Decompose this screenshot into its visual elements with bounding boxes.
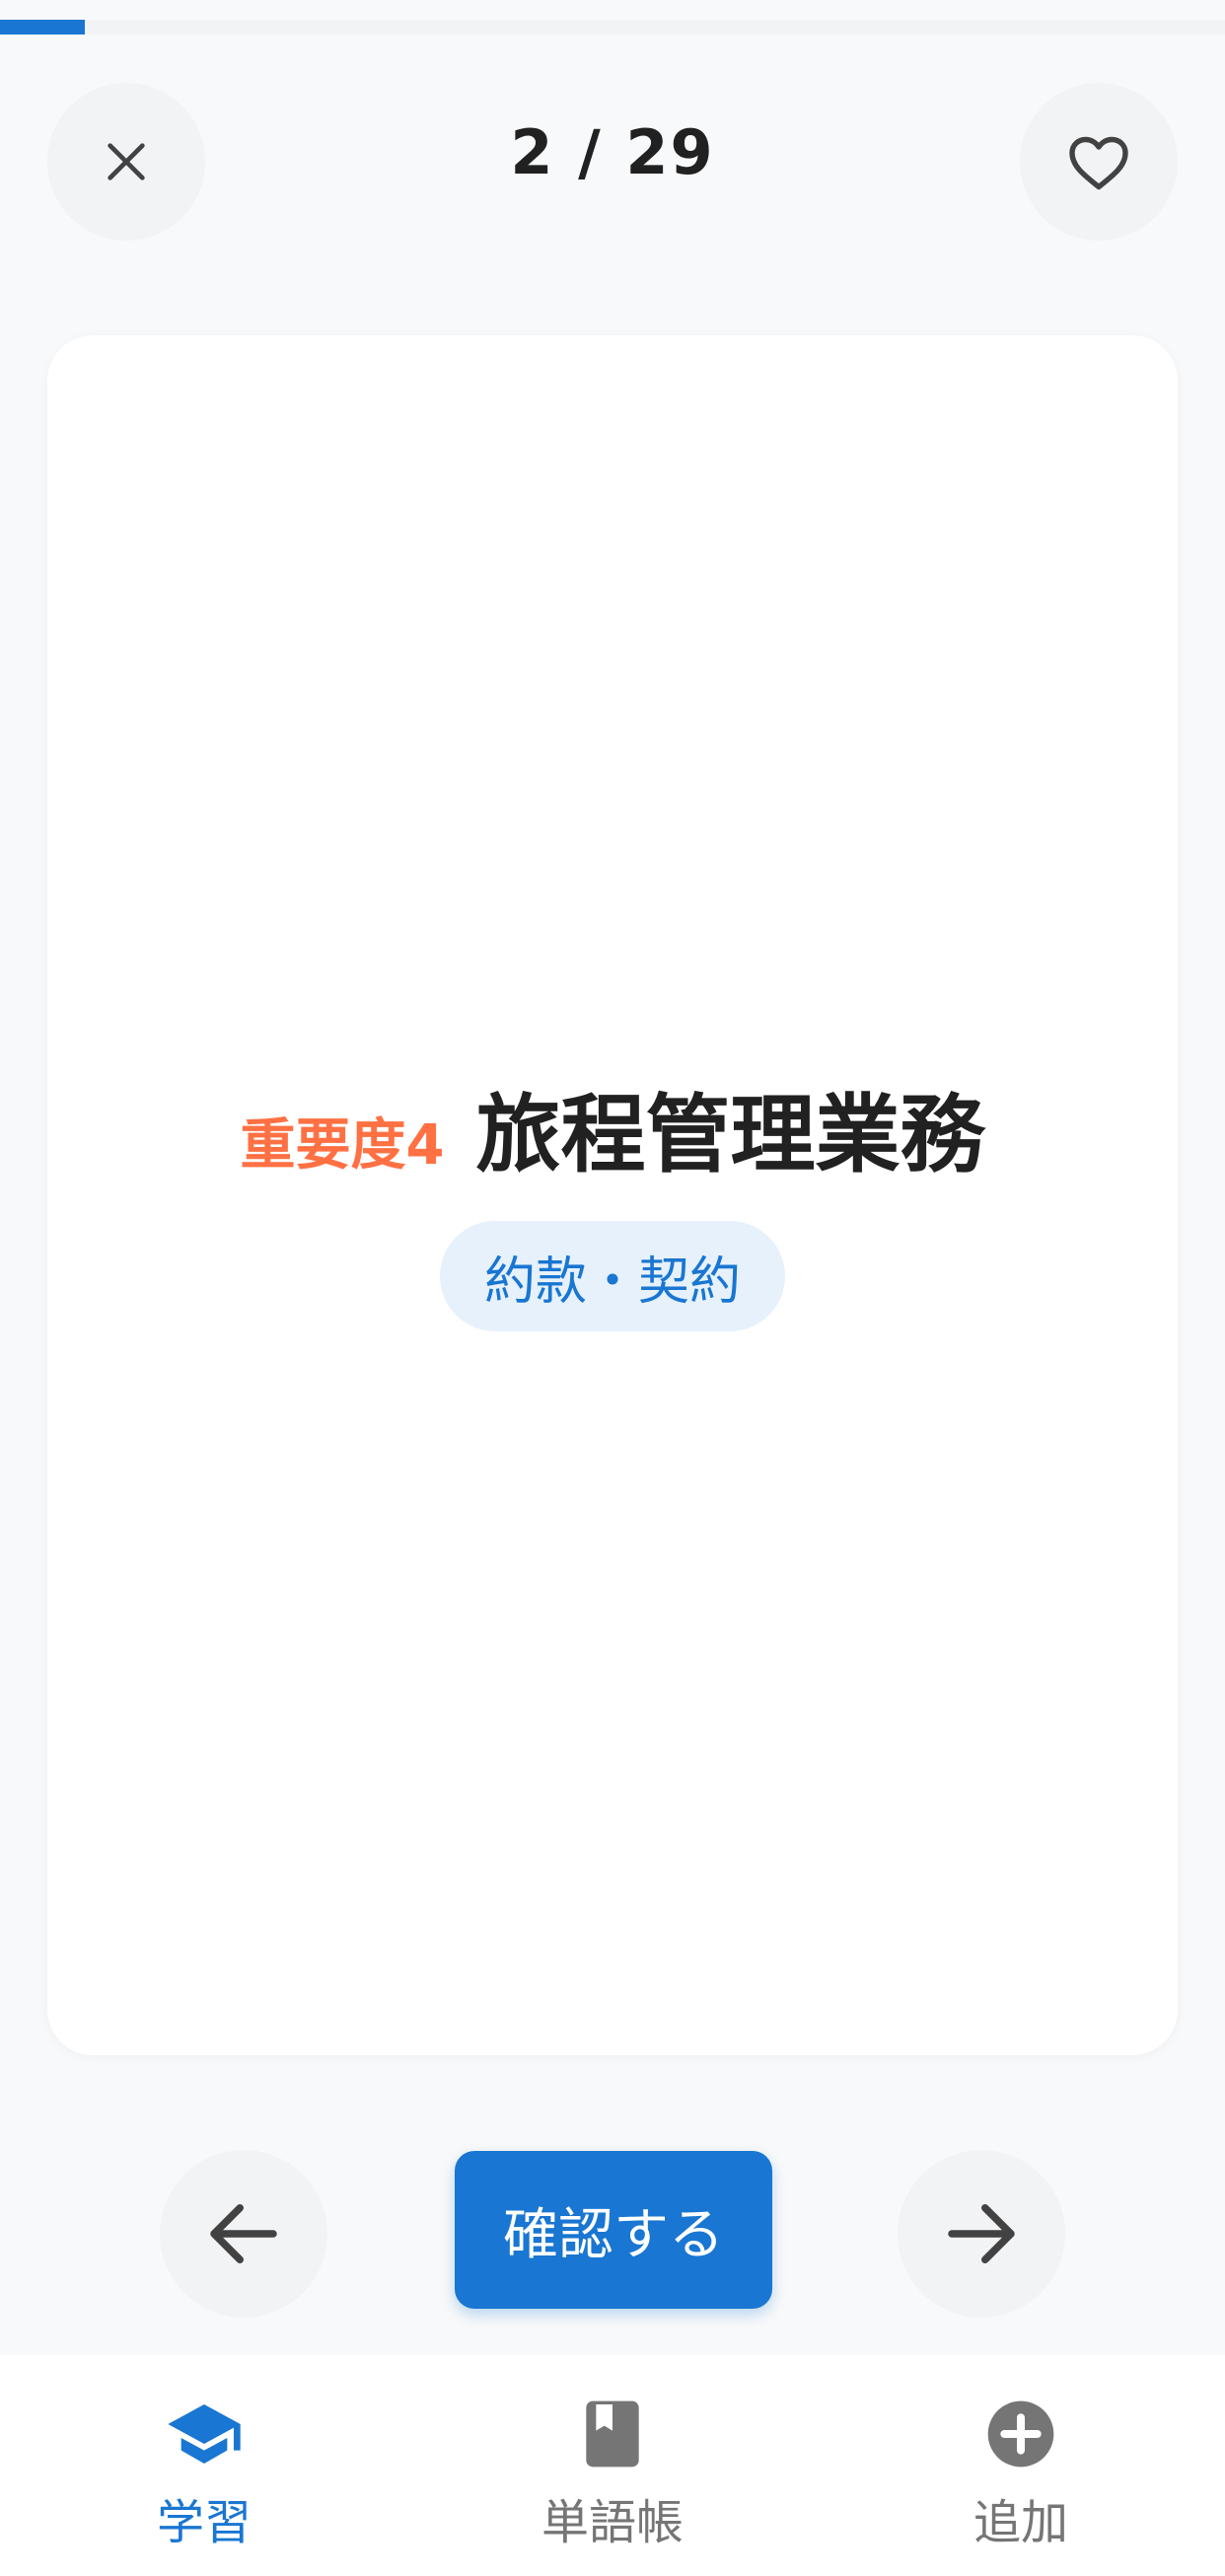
heart-outline-icon	[1069, 136, 1128, 190]
nav-label-wordbook: 単語帳	[540, 2495, 684, 2550]
book-icon	[586, 2400, 639, 2468]
arrow-right-icon	[948, 2204, 1015, 2263]
nav-item-add[interactable]: 追加	[817, 2355, 1225, 2576]
progress-bar	[0, 20, 1225, 35]
nav-label-add: 追加	[973, 2495, 1068, 2550]
term-row: 重要度4 旅程管理業務	[0, 1065, 1225, 1188]
nav-label-study: 学習	[156, 2495, 252, 2550]
confirm-button[interactable]: 確認する	[455, 2151, 772, 2309]
graduation-cap-icon	[168, 2404, 241, 2464]
next-card-button[interactable]	[898, 2150, 1065, 2318]
flashcard[interactable]	[47, 335, 1178, 2055]
flashcard-screen: 2 / 29 重要度4 旅程管理業務 約款・契約 確認する 学習 単語帳 追加	[0, 0, 1225, 2576]
arrow-left-icon	[210, 2204, 277, 2263]
previous-card-button[interactable]	[160, 2150, 327, 2318]
nav-item-wordbook[interactable]: 単語帳	[408, 2355, 817, 2576]
category-tag: 約款・契約	[440, 1221, 785, 1331]
importance-badge: 重要度4	[240, 1113, 445, 1178]
bottom-navigation: 学習 単語帳 追加	[0, 2355, 1225, 2576]
term-text: 旅程管理業務	[475, 1086, 985, 1184]
nav-item-study[interactable]: 学習	[0, 2355, 408, 2576]
progress-bar-fill	[0, 20, 85, 35]
favorite-button[interactable]	[1020, 83, 1178, 241]
add-circle-icon	[987, 2400, 1054, 2468]
